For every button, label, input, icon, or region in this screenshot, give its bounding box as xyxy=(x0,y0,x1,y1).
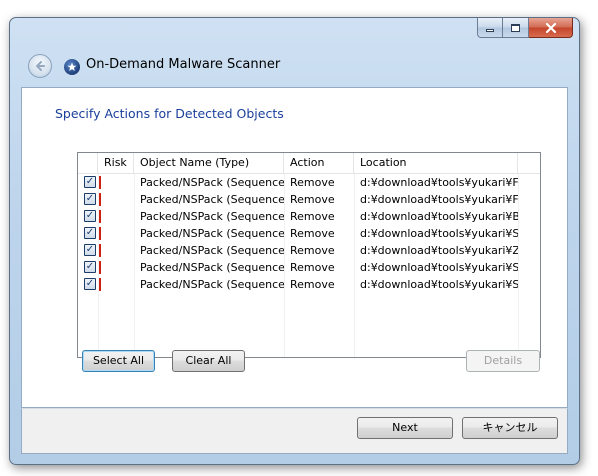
close-button[interactable] xyxy=(529,18,573,38)
risk-indicator xyxy=(99,210,101,223)
object-name-cell: Packed/NSPack (Sequence) xyxy=(140,176,284,189)
action-cell: Remove xyxy=(290,278,335,291)
risk-indicator xyxy=(99,176,101,189)
window-title: On-Demand Malware Scanner xyxy=(86,57,281,72)
column-header-checkbox[interactable] xyxy=(78,153,98,174)
list-item[interactable]: ✓ Packed/NSPack (Sequence) Remove d:¥downlo… xyxy=(78,208,540,225)
location-cell: d:¥download¥tools¥yukari¥S... xyxy=(360,261,518,274)
back-arrow-icon xyxy=(36,61,45,71)
risk-indicator xyxy=(99,193,101,206)
object-name-cell: Packed/NSPack (Sequence) xyxy=(140,261,284,274)
minimize-icon xyxy=(486,29,494,32)
column-header-action[interactable]: Action xyxy=(284,153,354,174)
maximize-button[interactable] xyxy=(503,18,529,38)
object-name-cell: Packed/NSPack (Sequence) xyxy=(140,278,284,291)
column-header-filler xyxy=(518,153,540,174)
row-checkbox[interactable]: ✓ xyxy=(84,210,96,222)
row-checkbox[interactable]: ✓ xyxy=(84,244,96,256)
action-cell: Remove xyxy=(290,244,335,257)
location-cell: d:¥download¥tools¥yukari¥Z... xyxy=(360,244,518,257)
location-cell: d:¥download¥tools¥yukari¥F... xyxy=(360,193,518,206)
risk-indicator xyxy=(99,244,101,257)
action-cell: Remove xyxy=(290,227,335,240)
list-item[interactable]: ✓ Packed/NSPack (Sequence) Remove d:¥downlo… xyxy=(78,259,540,276)
action-cell: Remove xyxy=(290,176,335,189)
caption-buttons xyxy=(477,18,573,38)
row-checkbox[interactable]: ✓ xyxy=(84,278,96,290)
action-cell: Remove xyxy=(290,193,335,206)
select-all-button[interactable]: Select All xyxy=(82,350,155,372)
location-cell: d:¥download¥tools¥yukari¥S... xyxy=(360,278,518,291)
location-cell: d:¥download¥tools¥yukari¥S... xyxy=(360,227,518,240)
details-button[interactable]: Details xyxy=(466,350,540,372)
minimize-button[interactable] xyxy=(477,18,503,38)
dialog-window: On-Demand Malware Scanner Specify Action… xyxy=(9,17,580,465)
column-header-risk[interactable]: Risk xyxy=(98,153,134,174)
list-item[interactable]: ✓ Packed/NSPack (Sequence) Remove d:¥downlo… xyxy=(78,242,540,259)
maximize-icon xyxy=(511,23,520,32)
action-cell: Remove xyxy=(290,261,335,274)
row-checkbox[interactable]: ✓ xyxy=(84,227,96,239)
list-item[interactable]: ✓ Packed/NSPack (Sequence) Remove d:¥downlo… xyxy=(78,225,540,242)
risk-indicator xyxy=(99,227,101,240)
location-cell: d:¥download¥tools¥yukari¥F... xyxy=(360,176,518,189)
object-name-cell: Packed/NSPack (Sequence) xyxy=(140,227,284,240)
close-icon xyxy=(545,22,556,33)
next-button[interactable]: Next xyxy=(357,417,453,439)
location-cell: d:¥download¥tools¥yukari¥B... xyxy=(360,210,518,223)
cancel-button[interactable]: キャンセル xyxy=(462,417,558,439)
detected-objects-list[interactable]: Risk Object Name (Type) Action Location … xyxy=(77,152,541,358)
clear-all-button[interactable]: Clear All xyxy=(172,350,245,372)
object-name-cell: Packed/NSPack (Sequence) xyxy=(140,210,284,223)
page-heading: Specify Actions for Detected Objects xyxy=(55,106,284,121)
malware-scanner-icon xyxy=(64,59,80,75)
row-checkbox[interactable]: ✓ xyxy=(84,176,96,188)
object-name-cell: Packed/NSPack (Sequence) xyxy=(140,193,284,206)
column-header-location[interactable]: Location xyxy=(354,153,518,174)
back-button[interactable] xyxy=(28,54,52,78)
list-item[interactable]: ✓ Packed/NSPack (Sequence) Remove d:¥downlo… xyxy=(78,174,540,191)
list-item[interactable]: ✓ Packed/NSPack (Sequence) Remove d:¥downlo… xyxy=(78,191,540,208)
list-header: Risk Object Name (Type) Action Location xyxy=(78,153,540,174)
row-checkbox[interactable]: ✓ xyxy=(84,193,96,205)
action-cell: Remove xyxy=(290,210,335,223)
risk-indicator xyxy=(99,261,101,274)
column-header-object-name[interactable]: Object Name (Type) xyxy=(134,153,284,174)
list-item[interactable]: ✓ Packed/NSPack (Sequence) Remove d:¥downlo… xyxy=(78,276,540,293)
risk-indicator xyxy=(99,278,101,291)
object-name-cell: Packed/NSPack (Sequence) xyxy=(140,244,284,257)
row-checkbox[interactable]: ✓ xyxy=(84,261,96,273)
